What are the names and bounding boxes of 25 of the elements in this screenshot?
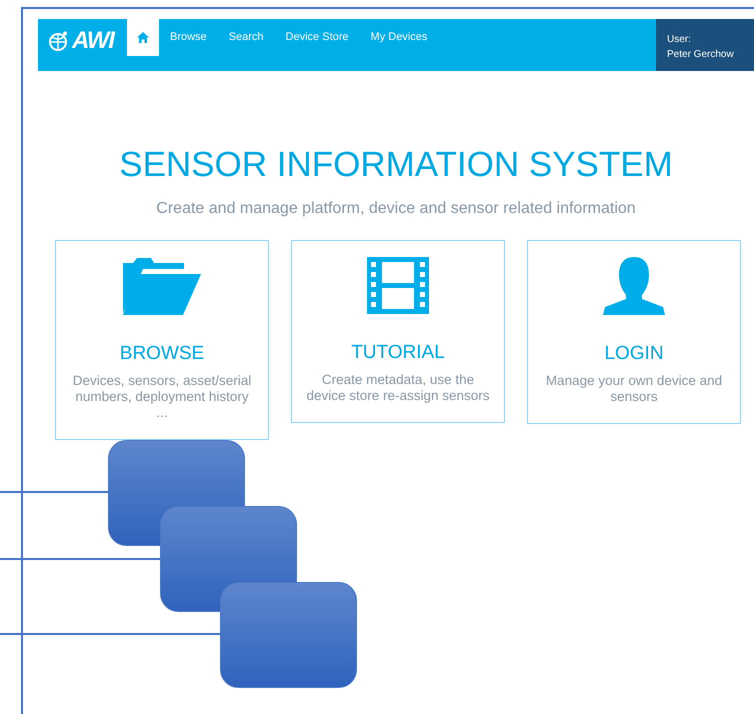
card-title: LOGIN [604, 342, 664, 366]
feature-card[interactable]: TUTORIAL Create metadata, use the device store re-assign sensors [291, 240, 505, 422]
home-tab[interactable] [127, 19, 159, 56]
person-icon [603, 257, 665, 315]
nav-link[interactable]: Device Store [274, 19, 360, 56]
page-subtitle: Create and manage platform, device and sensor related information [156, 199, 636, 219]
nav-link[interactable]: Browse [159, 19, 218, 56]
home-icon [137, 32, 149, 43]
globe-icon [48, 31, 68, 51]
user-name[interactable]: Peter Gerchow [667, 47, 754, 62]
feature-card[interactable]: LOGIN Manage your own device and sensors [527, 240, 741, 424]
card-title: BROWSE [120, 342, 204, 366]
user-label: User: [667, 33, 692, 47]
card-description: Create metadata, use the device store re-assign sensors [305, 372, 491, 404]
page-title: SENSOR INFORMATION SYSTEM [119, 144, 673, 186]
logo-text: AWI [72, 26, 114, 56]
film-icon [367, 257, 429, 314]
folder-icon [123, 257, 201, 315]
card-description: Manage your own device and sensors [544, 372, 724, 404]
logo[interactable]: AWI [38, 19, 127, 71]
nav-link[interactable]: My Devices [360, 19, 438, 56]
card-description: Devices, sensors, asset/serial numbers, deployment history ... [72, 372, 252, 420]
card-title: TUTORIAL [351, 341, 445, 365]
nav-link[interactable]: Search [218, 19, 275, 56]
feature-card[interactable]: BROWSE Devices, sensors, asset/serial numbers, deployment history ... [55, 240, 269, 440]
